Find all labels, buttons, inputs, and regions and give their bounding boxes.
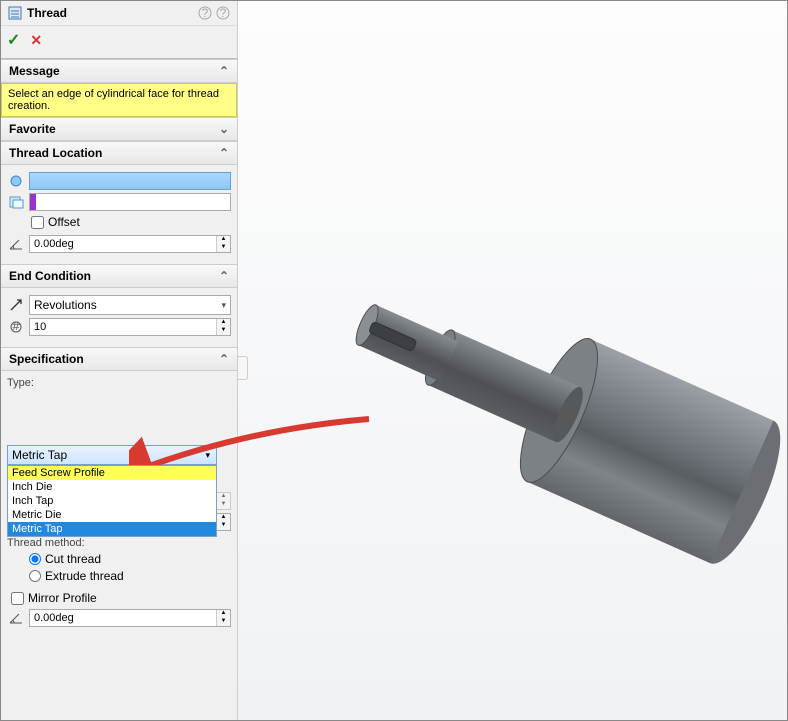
ok-button[interactable]: ✓ — [7, 30, 20, 50]
end-condition-select[interactable]: Revolutions ▾ — [29, 295, 231, 315]
end-condition-value: Revolutions — [34, 298, 97, 312]
spinner-buttons[interactable]: ▲▼ — [216, 236, 230, 252]
face-selection-field[interactable] — [29, 193, 231, 211]
type-select-listbox[interactable]: Feed Screw ProfileInch DieInch TapMetric… — [7, 465, 217, 537]
thread-method-label: Thread method: — [7, 537, 231, 549]
panel-title: Thread — [27, 6, 195, 20]
spinner-buttons[interactable]: ▲▼ — [216, 493, 230, 509]
info-icon[interactable]: ? — [215, 5, 231, 21]
type-option[interactable]: Feed Screw Profile — [8, 466, 216, 480]
mirror-profile-label: Mirror Profile — [28, 591, 97, 605]
revolutions-icon: # — [7, 318, 25, 336]
end-condition-section-header[interactable]: End Condition ⌃ — [1, 264, 237, 288]
dropdown-arrow-icon: ▾ — [221, 300, 226, 311]
face-selection-icon — [7, 193, 25, 211]
svg-text:?: ? — [202, 6, 209, 20]
end-condition-section-body: Revolutions ▾ # ▲▼ — [1, 288, 237, 347]
spinner-buttons[interactable]: ▲▼ — [216, 319, 230, 335]
message-section-body: Select an edge of cylindrical face for t… — [1, 83, 237, 117]
extrude-thread-label: Extrude thread — [45, 569, 124, 583]
section-label: End Condition — [9, 269, 91, 283]
3d-model — [238, 1, 787, 720]
cut-thread-option[interactable]: Cut thread — [29, 552, 231, 566]
cut-thread-radio[interactable] — [29, 553, 41, 565]
type-select[interactable]: Metric Tap ▾ — [7, 445, 217, 465]
offset-checkbox[interactable] — [31, 216, 44, 229]
collapse-icon: ⌃ — [219, 146, 229, 160]
offset-label: Offset — [48, 215, 80, 229]
start-angle-icon — [7, 235, 25, 253]
cancel-button[interactable]: ✕ — [30, 32, 42, 49]
collapse-icon: ⌃ — [219, 64, 229, 78]
start-angle-input[interactable] — [30, 236, 216, 252]
specification-section-header[interactable]: Specification ⌃ — [1, 347, 237, 371]
offset-checkbox-row: Offset — [31, 215, 231, 229]
thread-location-section-body: Offset ▲▼ — [1, 165, 237, 264]
final-angle-input[interactable] — [30, 610, 216, 626]
mirror-profile-checkbox[interactable] — [11, 592, 24, 605]
section-label: Thread Location — [9, 146, 102, 160]
svg-text:?: ? — [220, 6, 227, 20]
dropdown-arrow-icon: ▾ — [205, 450, 210, 461]
type-option[interactable]: Metric Die — [8, 508, 216, 522]
mirror-profile-row: Mirror Profile — [11, 591, 231, 605]
thread-location-section-header[interactable]: Thread Location ⌃ — [1, 141, 237, 165]
edge-selection-field[interactable] — [29, 172, 231, 190]
revolutions-input[interactable] — [30, 319, 216, 335]
thread-method-group: Cut thread Extrude thread — [29, 552, 231, 583]
type-label: Type: — [7, 377, 231, 389]
collapse-icon: ⌃ — [219, 269, 229, 283]
spinner-buttons[interactable]: ▲▼ — [216, 610, 230, 626]
extrude-thread-option[interactable]: Extrude thread — [29, 569, 231, 583]
final-angle-field[interactable]: ▲▼ — [29, 609, 231, 627]
direction-icon[interactable] — [7, 296, 25, 314]
expand-icon: ⌄ — [219, 122, 229, 136]
cut-thread-label: Cut thread — [45, 552, 101, 566]
help-icon[interactable]: ? — [197, 5, 213, 21]
extrude-thread-radio[interactable] — [29, 570, 41, 582]
final-angle-icon — [7, 609, 25, 627]
edge-selection-icon — [7, 172, 25, 190]
svg-text:#: # — [13, 319, 20, 333]
revolutions-field[interactable]: ▲▼ — [29, 318, 231, 336]
type-option[interactable]: Metric Tap — [8, 522, 216, 536]
collapse-icon: ⌃ — [219, 352, 229, 366]
type-option[interactable]: Inch Tap — [8, 494, 216, 508]
type-option[interactable]: Inch Die — [8, 480, 216, 494]
favorite-section-header[interactable]: Favorite ⌄ — [1, 117, 237, 141]
3d-viewport[interactable] — [238, 1, 787, 720]
type-select-value: Metric Tap — [12, 448, 67, 462]
section-label: Specification — [9, 352, 84, 366]
thread-feature-icon — [7, 5, 23, 21]
spinner-buttons[interactable]: ▲▼ — [216, 514, 230, 530]
message-section-header[interactable]: Message ⌃ — [1, 59, 237, 83]
section-label: Message — [9, 64, 60, 78]
panel-header: Thread ? ? — [1, 1, 237, 26]
section-label: Favorite — [9, 122, 56, 136]
hint-message: Select an edge of cylindrical face for t… — [1, 83, 237, 117]
start-angle-field[interactable]: ▲▼ — [29, 235, 231, 253]
thread-feature-panel: Thread ? ? ✓ ✕ Message ⌃ Select an edge … — [1, 1, 238, 720]
confirm-row: ✓ ✕ — [1, 26, 237, 59]
